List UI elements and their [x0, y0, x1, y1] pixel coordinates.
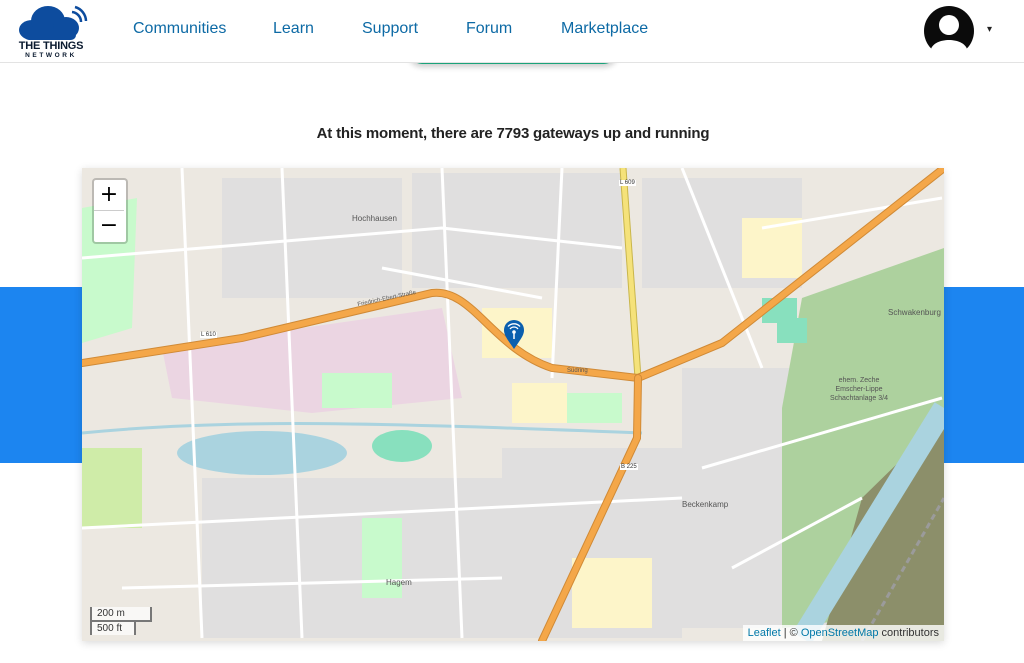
osm-link[interactable]: OpenStreetMap [801, 627, 879, 639]
cloud-logo-icon [19, 5, 88, 40]
site-header: THE THINGS NETWORK Communities Learn Sup… [0, 0, 1024, 63]
map-label-road-l609: L 609 [619, 180, 636, 186]
scale-imperial: 500 ft [90, 620, 136, 635]
caret-down-icon[interactable]: ▾ [987, 24, 992, 35]
zoom-control: + − [92, 178, 128, 244]
logo-title: THE THINGS [18, 40, 84, 52]
gateway-map[interactable]: Hochhausen Schwakenburg Hagem Beckenkamp… [82, 168, 944, 641]
map-label-district-southeast: Beckenkamp [682, 500, 729, 509]
map-label-road-b225: B 225 [620, 464, 638, 470]
nav-communities[interactable]: Communities [133, 20, 226, 38]
map-label-street-ring: Südring [567, 368, 588, 374]
map-label-road-l610: L 610 [200, 332, 217, 338]
gateway-marker-icon[interactable] [503, 320, 525, 350]
map-label-district-north: Hochhausen [352, 214, 397, 223]
zoom-out-button[interactable]: − [94, 211, 124, 241]
map-label-district-south: Hagem [386, 578, 412, 587]
map-label-colliery: ehem. Zeche Emscher-Lippe Schachtanlage … [830, 377, 888, 402]
nav-forum[interactable]: Forum [466, 20, 512, 38]
gateway-count-headline: At this moment, there are 7793 gateways … [316, 125, 710, 142]
attribution-suffix: contributors [878, 627, 939, 639]
map-label-district-east: Schwakenburg [888, 308, 941, 317]
logo-subtitle: NETWORK [25, 52, 77, 59]
ttn-logo[interactable]: THE THINGS NETWORK [14, 4, 88, 60]
scale-metric: 200 m [90, 607, 152, 622]
user-avatar-icon[interactable] [923, 5, 975, 57]
nav-support[interactable]: Support [362, 20, 418, 38]
map-tiles [82, 168, 944, 641]
attribution-separator: | © [780, 627, 801, 639]
leaflet-link[interactable]: Leaflet [748, 627, 781, 639]
map-attribution: Leaflet | © OpenStreetMap contributors [742, 625, 944, 641]
nav-learn[interactable]: Learn [273, 20, 314, 38]
zoom-in-button[interactable]: + [94, 180, 124, 211]
nav-marketplace[interactable]: Marketplace [561, 20, 648, 38]
map-scale: 200 m 500 ft [90, 607, 152, 635]
